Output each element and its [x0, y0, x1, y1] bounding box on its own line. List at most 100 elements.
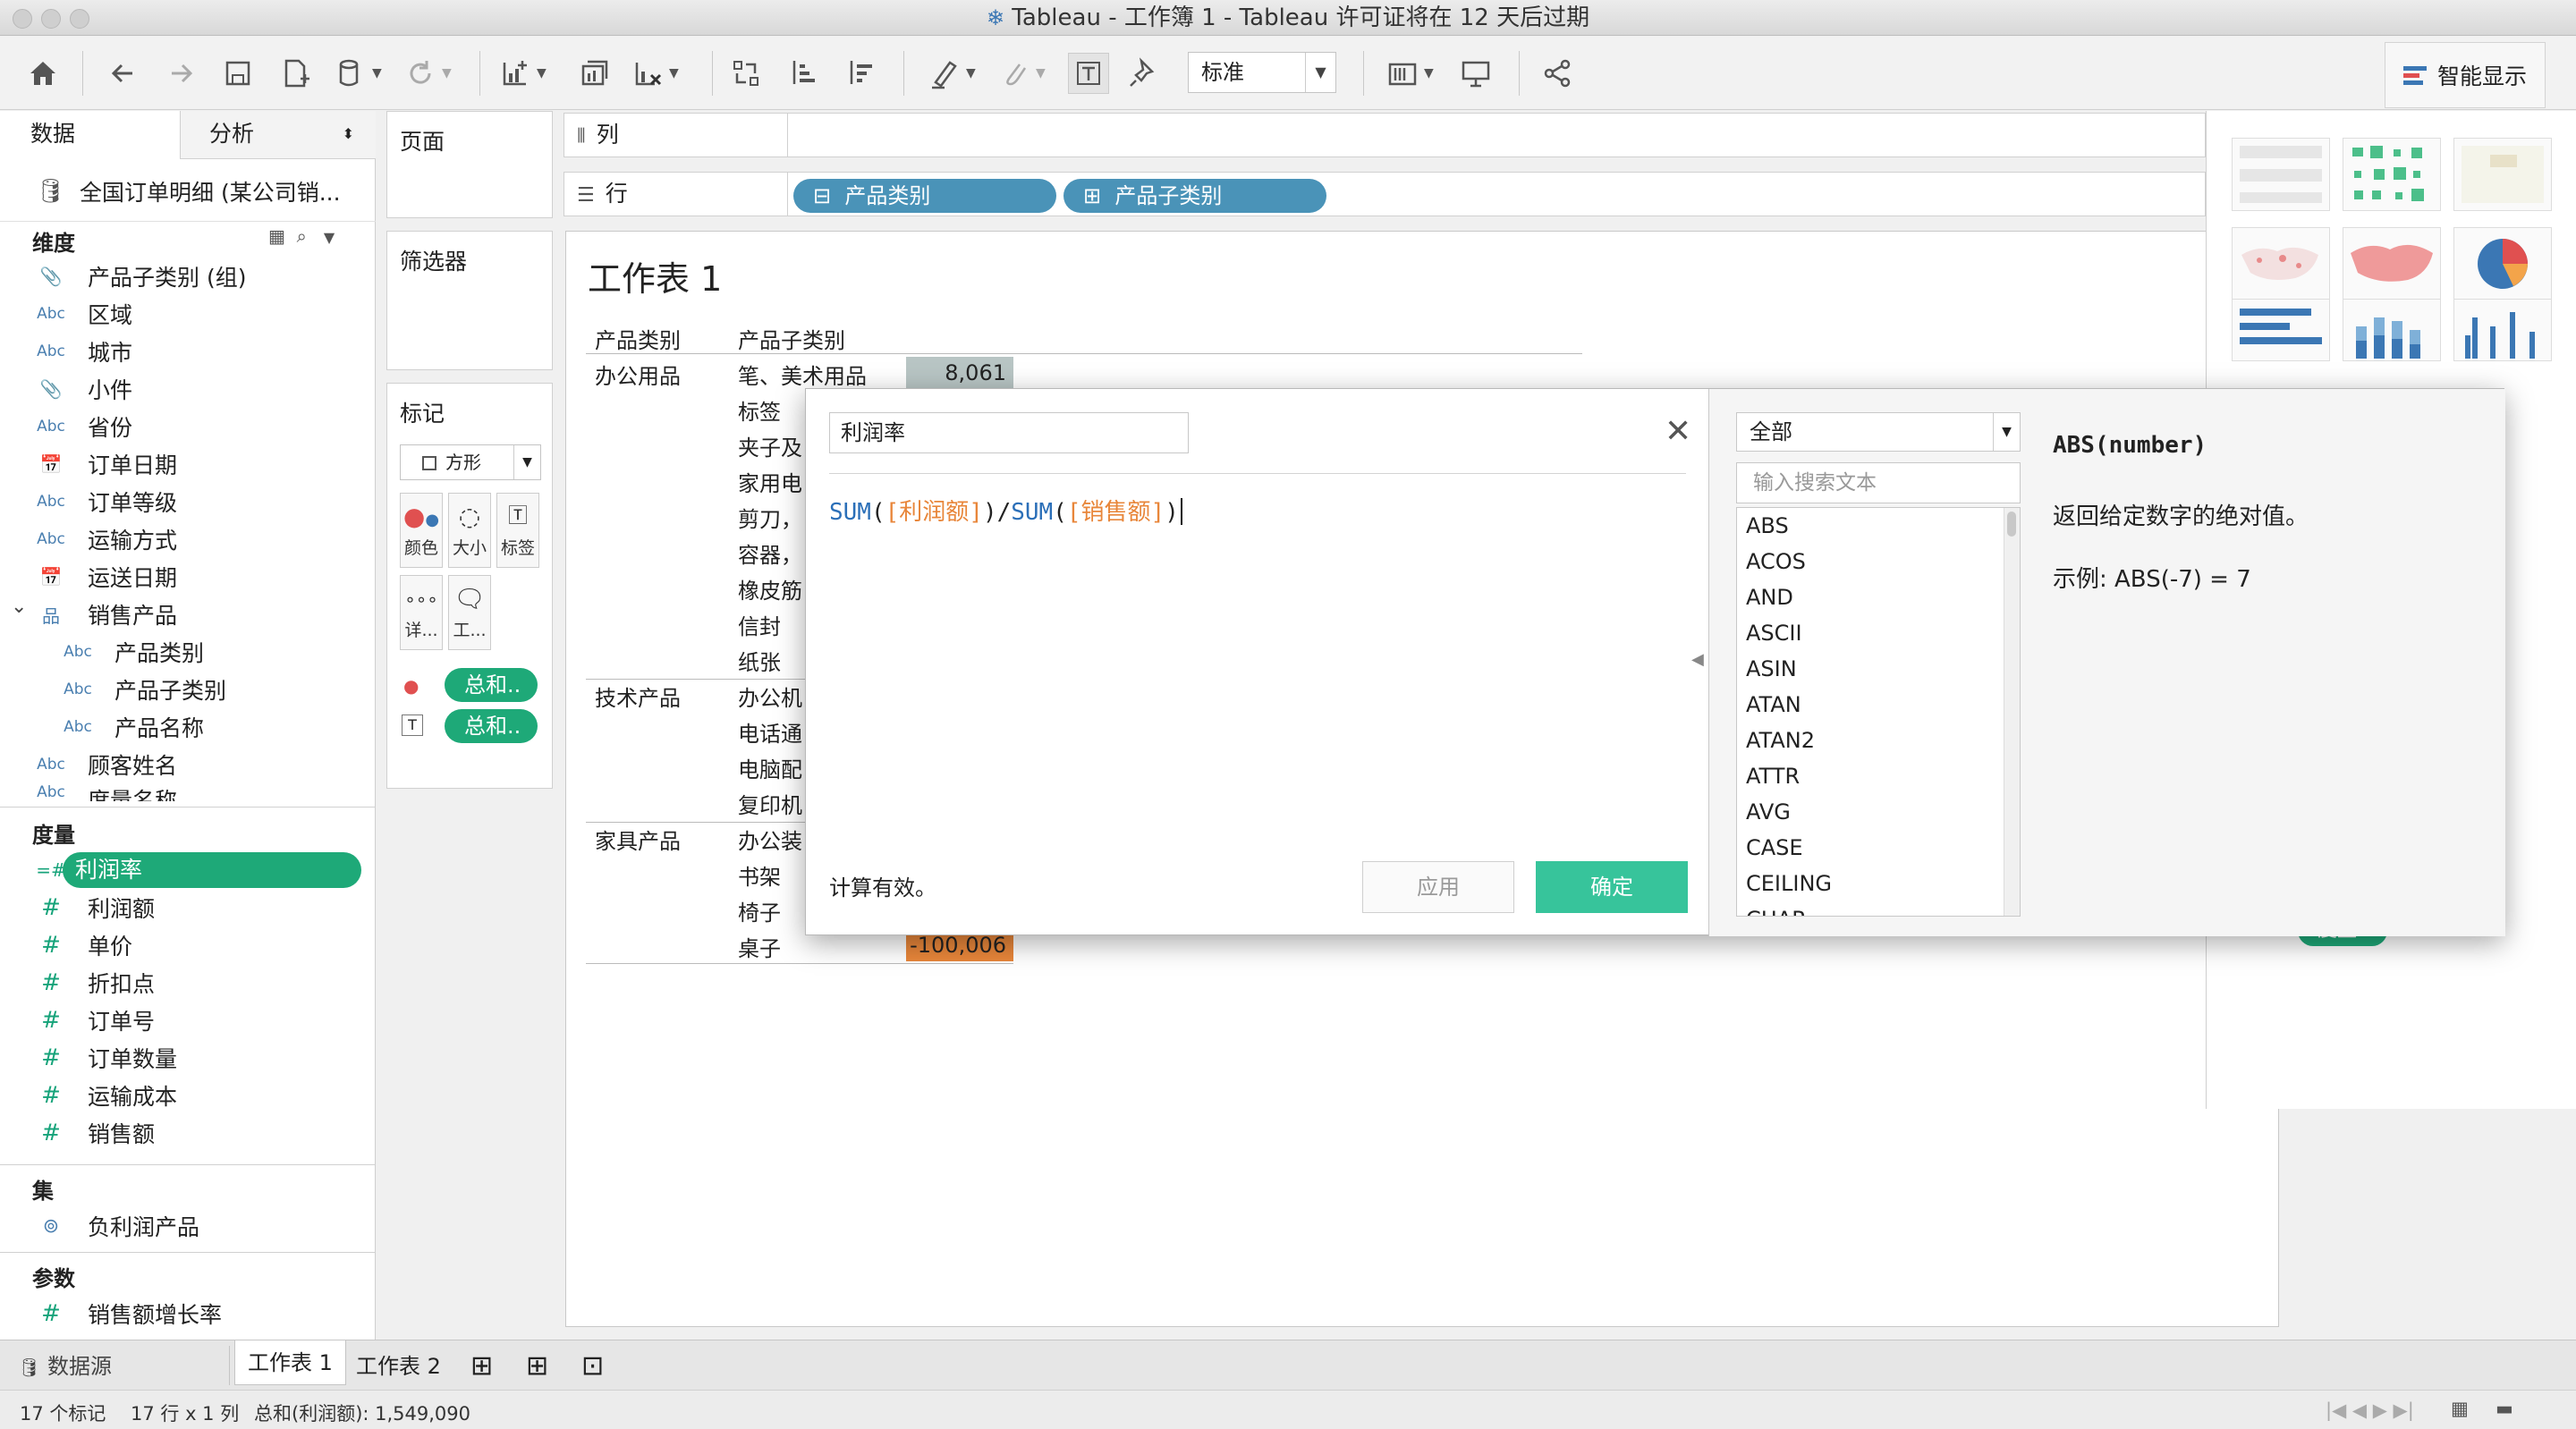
function-item[interactable]: ABS — [1737, 508, 2020, 544]
heat-map-thumb[interactable] — [2343, 138, 2441, 211]
dimension-item[interactable]: Abc 度量名称 — [0, 783, 376, 801]
filled-map-thumb[interactable] — [2343, 227, 2441, 300]
mark-type-select[interactable]: 方形 ▼ — [400, 444, 541, 480]
row-header-subcategory[interactable]: 纸张 — [738, 645, 781, 676]
row-header-subcategory[interactable]: 信封 — [738, 609, 781, 640]
function-item[interactable]: ATTR — [1737, 758, 2020, 794]
text-table-thumb[interactable] — [2232, 138, 2330, 211]
color-pill[interactable]: 总和.. — [445, 668, 538, 702]
function-item[interactable]: CHAR — [1737, 901, 2020, 916]
row-header-subcategory[interactable]: 桌子 — [738, 931, 781, 962]
scrollbar-thumb[interactable] — [2007, 512, 2016, 537]
fit-select[interactable]: 标准 ▼ — [1188, 52, 1336, 93]
set-item[interactable]: ⊚ 负利润产品 — [0, 1207, 376, 1245]
dimension-item[interactable]: Abc 顾客姓名 — [0, 746, 376, 783]
symbol-map-thumb[interactable] — [2232, 227, 2330, 300]
dimension-item[interactable]: 📅 订单日期 — [0, 445, 376, 483]
dimension-item[interactable]: Abc 省份 — [0, 408, 376, 445]
function-item[interactable]: ASIN — [1737, 651, 2020, 687]
function-item[interactable]: ATAN — [1737, 687, 2020, 723]
grid-view-icon[interactable]: ▦ — [268, 225, 285, 247]
row-header-subcategory[interactable]: 椅子 — [738, 895, 781, 926]
row-header-category[interactable]: 技术产品 — [595, 681, 681, 712]
row-header-category[interactable]: 办公用品 — [595, 359, 681, 390]
function-item[interactable]: ASCII — [1737, 615, 2020, 651]
function-item[interactable]: AVG — [1737, 794, 2020, 830]
new-sheet-icon[interactable]: ▼ — [497, 53, 547, 94]
measure-item-selected[interactable]: =# 利润率 — [0, 851, 376, 889]
measure-item[interactable]: # 折扣点 — [0, 964, 376, 1002]
row-header-subcategory[interactable]: 电话通 — [738, 716, 802, 748]
refresh-icon[interactable]: ▼ — [402, 53, 452, 94]
dimension-item[interactable]: Abc 产品类别 — [0, 633, 376, 671]
function-item[interactable]: AND — [1737, 579, 2020, 615]
save-icon[interactable] — [220, 53, 256, 94]
measure-item[interactable]: # 订单数量 — [0, 1039, 376, 1077]
sheet-tab-1[interactable]: 工作表 1 — [234, 1340, 346, 1385]
row-header-subcategory[interactable]: 橡皮筋 — [738, 573, 802, 605]
pages-card[interactable]: 页面 — [386, 111, 553, 218]
sort-descending-icon[interactable] — [843, 53, 878, 94]
clear-sheet-icon[interactable]: ▼ — [630, 53, 679, 94]
new-datasource-icon[interactable] — [277, 53, 313, 94]
row-header-subcategory[interactable]: 容器， — [738, 537, 802, 569]
row-header-subcategory[interactable]: 剪刀， — [738, 502, 802, 533]
home-icon[interactable] — [25, 53, 61, 94]
row-pill-subcategory[interactable]: ⊞ 产品子类别 — [1063, 179, 1326, 213]
function-item[interactable]: ACOS — [1737, 544, 2020, 579]
show-cards-icon[interactable]: ▼ — [1385, 53, 1434, 94]
param-item[interactable]: # 销售额增长率 — [0, 1295, 376, 1332]
row-header-subcategory[interactable]: 复印机 — [738, 788, 802, 819]
row-header-subcategory[interactable]: 书架 — [738, 859, 781, 891]
zoom-window-button[interactable] — [70, 9, 89, 29]
pie-chart-thumb[interactable] — [2453, 227, 2552, 300]
measure-item[interactable]: # 订单号 — [0, 1002, 376, 1039]
measure-item[interactable]: # 单价 — [0, 926, 376, 964]
datasource-tab[interactable]: 🛢 数据源 — [5, 1348, 124, 1385]
sheet-tab-2[interactable]: 工作表 2 — [343, 1348, 453, 1385]
row-header-category[interactable]: 家具产品 — [595, 824, 681, 855]
dimension-item[interactable]: 📎 小件 — [0, 370, 376, 408]
collapse-panel-icon[interactable]: ◀ — [1691, 650, 1704, 669]
columns-shelf[interactable]: ⦀ 列 — [564, 113, 2206, 157]
datasource-item[interactable]: 🛢 全国订单明细 (某公司销... — [0, 161, 376, 222]
dimension-item[interactable]: Abc 订单等级 — [0, 483, 376, 520]
ok-button[interactable]: 确定 — [1536, 861, 1688, 913]
row-header-subcategory[interactable]: 夹子及 — [738, 430, 802, 461]
chevron-down-icon[interactable]: ▼ — [324, 229, 335, 246]
swap-axes-icon[interactable] — [728, 53, 764, 94]
row-pill-category[interactable]: ⊟ 产品类别 — [793, 179, 1056, 213]
apply-button[interactable]: 应用 — [1362, 861, 1514, 913]
duplicate-sheet-icon[interactable] — [576, 53, 612, 94]
function-item[interactable]: CEILING — [1737, 866, 2020, 901]
tab-analysis[interactable]: 分析 ⬍ — [179, 111, 367, 157]
dimension-item[interactable]: Abc 产品子类别 — [0, 671, 376, 708]
value-cell[interactable]: 8,061 — [906, 357, 1013, 389]
sort-ascending-icon[interactable] — [785, 53, 821, 94]
side-by-side-bars-thumb[interactable] — [2453, 299, 2552, 361]
measure-item[interactable]: # 利润额 — [0, 889, 376, 926]
dimension-item[interactable]: 📅 运送日期 — [0, 558, 376, 596]
tab-data[interactable]: 数据 — [0, 111, 181, 159]
new-sheet-icon[interactable]: ⊞ — [458, 1348, 505, 1385]
function-item[interactable]: ATAN2 — [1737, 723, 2020, 758]
close-window-button[interactable] — [13, 9, 32, 29]
highlight-icon[interactable]: ▼ — [927, 53, 976, 94]
detail-button[interactable]: ∘∘∘ 详... — [400, 575, 443, 650]
filmstrip-icon[interactable]: ▬ — [2496, 1398, 2513, 1419]
extract-icon[interactable]: ▼ — [333, 53, 382, 94]
dimension-item[interactable]: Abc 运输方式 — [0, 520, 376, 558]
function-item[interactable]: CASE — [1737, 830, 2020, 866]
tooltip-button[interactable]: 🗨 工... — [448, 575, 491, 650]
dimension-item[interactable]: Abc 区域 — [0, 295, 376, 333]
dimension-item[interactable]: ⌄ 品 销售产品 — [0, 596, 376, 633]
stacked-bars-thumb[interactable] — [2343, 299, 2441, 361]
presentation-mode-icon[interactable] — [1458, 53, 1494, 94]
label-pill[interactable]: 总和.. — [445, 709, 538, 743]
show-me-button[interactable]: 智能显示 — [2385, 42, 2546, 108]
search-icon[interactable]: ⌕ — [297, 225, 307, 247]
calc-name-input[interactable]: 利润率 — [829, 412, 1189, 453]
rows-shelf[interactable]: ☰ 行 ⊟ 产品类别 ⊞ 产品子类别 — [564, 172, 2206, 216]
dimension-item[interactable]: Abc 产品名称 — [0, 708, 376, 746]
measure-item[interactable]: # 销售额 — [0, 1114, 376, 1152]
